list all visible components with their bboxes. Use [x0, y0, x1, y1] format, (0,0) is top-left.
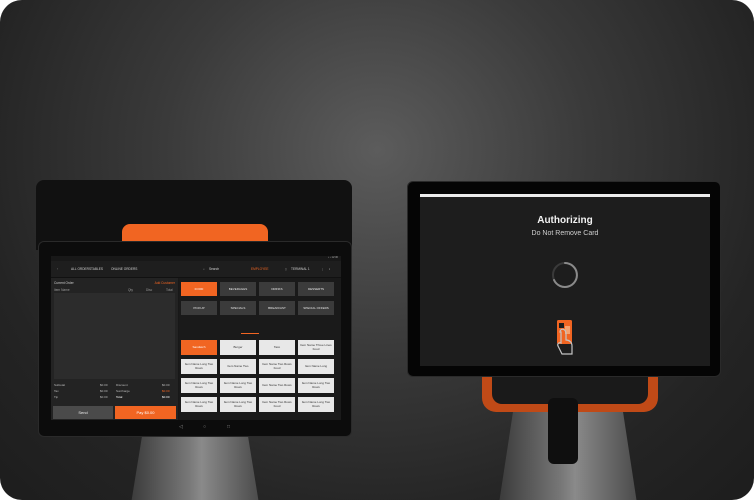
category-pickup[interactable]: PICKUP: [181, 301, 217, 315]
surcharge-label: Surcharge: [116, 389, 130, 393]
authorizing-subtitle: Do Not Remove Card: [531, 230, 599, 237]
pos-top-bar: ‹ ALL ORDERS TABLES ONLINE ORDERS ⌕ Sear…: [51, 261, 341, 278]
menu-item[interactable]: Item Name Two Rows Food: [259, 397, 295, 412]
column-total: Total: [166, 288, 173, 292]
discount-label: Discount: [116, 383, 128, 387]
page-indicator: [241, 333, 259, 334]
category-desserts[interactable]: DESSERTS: [298, 282, 334, 296]
menu-item[interactable]: Sandwich: [181, 340, 217, 355]
customer-display: Authorizing Do Not Remove Card: [407, 181, 721, 377]
order-columns: Item Name Qty Disc Total: [54, 288, 175, 292]
nav-online-orders[interactable]: ONLINE ORDERS: [111, 267, 137, 271]
nav-home-icon[interactable]: ○: [203, 424, 206, 430]
menu-item[interactable]: Item Name Two: [220, 359, 256, 374]
category-breakfast[interactable]: BREAKFAST: [259, 301, 295, 315]
nav-back-icon[interactable]: ◁: [179, 424, 183, 430]
category-drinks[interactable]: DRINKS: [259, 282, 295, 296]
android-nav-bar: ◁ ○ □: [179, 424, 239, 432]
terminal-label: TERMINAL 1: [291, 267, 310, 271]
menu-item[interactable]: Item Name Long Two Rows: [220, 397, 256, 412]
category-specials[interactable]: SPECIALS: [220, 301, 256, 315]
pay-button[interactable]: Pay $0.00: [115, 406, 176, 419]
menu-item[interactable]: Item Name Long Two Rows: [220, 378, 256, 393]
menu-item[interactable]: Taco: [259, 340, 295, 355]
subtotal-label: Subtotal: [54, 383, 66, 387]
tax-value: $0.00: [100, 389, 108, 393]
menu-item[interactable]: Item Name Long Two Rows: [181, 359, 217, 374]
category-food[interactable]: FOOD: [181, 282, 217, 296]
category-beverages[interactable]: BEVERAGES: [220, 282, 256, 296]
menu-item[interactable]: Item Name Long: [298, 359, 334, 374]
total-value: $0.00: [162, 395, 170, 399]
nav-recents-icon[interactable]: □: [227, 424, 230, 430]
display-stand-slot: [548, 398, 578, 464]
status-bar: ▪ ▪ 12:30: [328, 256, 338, 259]
menu-item[interactable]: Item Name Long Two Rows: [298, 397, 334, 412]
menu-item[interactable]: Item Name Three Lines Food: [298, 340, 334, 355]
tip-value: $0.00: [100, 395, 108, 399]
send-button[interactable]: Send: [53, 406, 113, 419]
surcharge-value: $0.00: [162, 389, 170, 393]
tip-label: Tip: [54, 395, 59, 399]
column-qty: Qty: [128, 288, 133, 292]
category-special-offers[interactable]: SPECIAL OFFERS: [298, 301, 334, 315]
card-insert-icon: [557, 320, 573, 355]
column-disc: Disc: [146, 288, 153, 292]
column-item-name: Item Name: [54, 288, 70, 292]
menu-item[interactable]: Item Name Long Two Rows: [181, 397, 217, 412]
menu-panel: FOOD BEVERAGES DRINKS DESSERTS PICKUP SP…: [179, 278, 341, 420]
lock-icon[interactable]: ▯: [285, 267, 287, 271]
product-scene: ▪ ▪ 12:30 ‹ ALL ORDERS TABLES ONLINE ORD…: [0, 0, 754, 500]
subtotal-value: $0.00: [100, 383, 108, 387]
window-icon[interactable]: ▪: [329, 267, 330, 271]
pos-app: ▪ ▪ 12:30 ‹ ALL ORDERS TABLES ONLINE ORD…: [51, 256, 341, 420]
order-panel: Current Order Add Customer Item Name Qty…: [51, 278, 178, 420]
search-icon[interactable]: ⌕: [203, 267, 205, 271]
menu-icon[interactable]: ⋮: [321, 267, 324, 271]
total-label: Total: [116, 395, 123, 399]
employee-label[interactable]: EMPLOYEE: [251, 267, 269, 271]
authorizing-title: Authorizing: [537, 215, 593, 226]
menu-item[interactable]: Item Name Two Rows Food: [259, 359, 295, 374]
nav-all-orders[interactable]: ALL ORDERS: [71, 267, 91, 271]
search-label[interactable]: Search: [209, 267, 219, 271]
discount-value: $0.00: [162, 383, 170, 387]
tax-label: Tax: [54, 389, 59, 393]
display-status-bar: [420, 194, 710, 197]
nav-tables[interactable]: TABLES: [91, 267, 103, 271]
order-header: Current Order Add Customer: [54, 281, 175, 287]
order-title: Current Order: [54, 281, 74, 285]
add-customer-button[interactable]: Add Customer: [155, 281, 175, 285]
customer-display-screen: Authorizing Do Not Remove Card: [420, 194, 710, 366]
pos-stand: [130, 430, 260, 500]
menu-item[interactable]: Item Name Two Rows: [259, 378, 295, 393]
order-list[interactable]: [54, 293, 175, 379]
order-totals: Subtotal $0.00 Tax $0.00 Tip $0.00 Disco…: [54, 383, 175, 401]
loading-spinner-icon: [552, 262, 578, 288]
menu-item[interactable]: Burger: [220, 340, 256, 355]
menu-item[interactable]: Item Name Long Two Rows: [298, 378, 334, 393]
menu-item[interactable]: Item Name Long Two Rows: [181, 378, 217, 393]
back-icon[interactable]: ‹: [57, 267, 58, 271]
pos-terminal-screen: ▪ ▪ 12:30 ‹ ALL ORDERS TABLES ONLINE ORD…: [38, 241, 352, 437]
